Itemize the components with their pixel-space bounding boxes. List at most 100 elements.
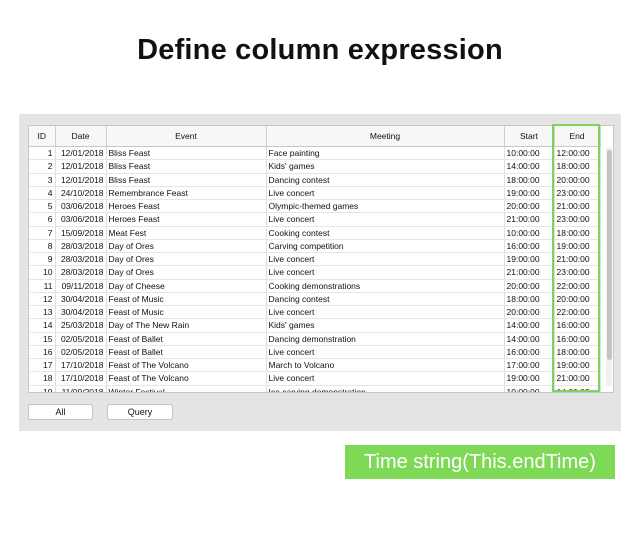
cell-start: 10:00:00 [504, 385, 555, 392]
cell-end: 19:00:00 [554, 358, 601, 373]
table-row[interactable]: 11 09/11/2018 Day of Cheese Cooking demonst… [29, 279, 601, 293]
table-row[interactable]: 7 15/09/2018 Meat Fest Cooking contest 10:00… [29, 226, 601, 240]
cell-end: 21:00:00 [554, 371, 601, 386]
data-table[interactable]: ID Date Event Meeting Start End 1 12/01/2… [28, 125, 614, 393]
column-header-date[interactable]: Date [55, 126, 107, 147]
table-row[interactable]: 10 28/03/2018 Day of Ores Live concert 21:00… [29, 265, 601, 280]
cell-date: 24/10/2018 [55, 186, 107, 201]
cell-end: 23:00:00 [554, 212, 601, 227]
cell-meeting: Kids' games [266, 159, 505, 174]
table-row[interactable]: 13 30/04/2018 Feast of Music Live concert 20… [29, 305, 601, 320]
cell-end: 23:00:00 [554, 186, 601, 201]
cell-event: Bliss Feast [106, 159, 267, 174]
cell-event: Feast of Music [106, 292, 267, 307]
cell-event: Heroes Feast [106, 212, 267, 227]
cell-meeting: Live concert [266, 212, 505, 227]
column-header-start[interactable]: Start [504, 126, 555, 147]
cell-meeting: Kids' games [266, 318, 505, 333]
cell-id: 2 [29, 159, 56, 174]
app-window: ID Date Event Meeting Start End 1 12/01/2… [19, 114, 621, 431]
cell-id: 4 [29, 186, 56, 201]
cell-end: 14:00:00 [554, 385, 601, 392]
table-row[interactable]: 16 02/05/2018 Feast of Ballet Live concert 1… [29, 345, 601, 360]
cell-event: Feast of Music [106, 305, 267, 320]
cell-end: 23:00:00 [554, 265, 601, 280]
cell-meeting: Live concert [266, 186, 505, 201]
cell-event: Day of Cheese [106, 279, 267, 293]
cell-end: 16:00:00 [554, 318, 601, 333]
cell-id: 1 [29, 146, 56, 161]
cell-start: 20:00:00 [504, 305, 555, 320]
table-row[interactable]: 9 28/03/2018 Day of Ores Live concert 19:00:… [29, 252, 601, 267]
table-row[interactable]: 6 03/06/2018 Heroes Feast Live concert 21:00… [29, 212, 601, 227]
cell-event: Bliss Feast [106, 173, 267, 187]
cell-meeting: Cooking demonstrations [266, 279, 505, 293]
table-header: ID Date Event Meeting Start End [29, 126, 601, 147]
cell-id: 12 [29, 292, 56, 307]
column-header-event[interactable]: Event [106, 126, 267, 147]
cell-date: 17/10/2018 [55, 358, 107, 373]
cell-date: 15/09/2018 [55, 226, 107, 240]
cell-start: 14:00:00 [504, 159, 555, 174]
cell-end: 18:00:00 [554, 159, 601, 174]
cell-date: 30/04/2018 [55, 305, 107, 320]
cell-meeting: Dancing demonstration [266, 332, 505, 346]
cell-start: 21:00:00 [504, 212, 555, 227]
table-row[interactable]: 19 11/09/2018 Winter Festival Ice carving d… [29, 385, 601, 392]
query-button[interactable]: Query [107, 404, 173, 420]
cell-end: 18:00:00 [554, 226, 601, 240]
column-header-id[interactable]: ID [29, 126, 56, 147]
cell-id: 8 [29, 239, 56, 254]
cell-meeting: Carving competition [266, 239, 505, 254]
cell-start: 10:00:00 [504, 226, 555, 240]
cell-date: 02/05/2018 [55, 332, 107, 346]
cell-start: 21:00:00 [504, 265, 555, 280]
cell-meeting: Live concert [266, 371, 505, 386]
cell-id: 13 [29, 305, 56, 320]
cell-date: 03/06/2018 [55, 199, 107, 214]
cell-start: 18:00:00 [504, 173, 555, 187]
table-row[interactable]: 4 24/10/2018 Remembrance Feast Live concert… [29, 186, 601, 201]
cell-start: 20:00:00 [504, 279, 555, 293]
table-row[interactable]: 14 25/03/2018 Day of The New Rain Kids' gam… [29, 318, 601, 333]
cell-date: 28/03/2018 [55, 239, 107, 254]
cell-end: 12:00:00 [554, 146, 601, 161]
cell-start: 14:00:00 [504, 318, 555, 333]
cell-meeting: Ice carving demonstration [266, 385, 505, 392]
cell-meeting: March to Volcano [266, 358, 505, 373]
cell-end: 18:00:00 [554, 345, 601, 360]
cell-end: 16:00:00 [554, 332, 601, 346]
cell-event: Bliss Feast [106, 146, 267, 161]
cell-meeting: Live concert [266, 345, 505, 360]
cell-date: 03/06/2018 [55, 212, 107, 227]
cell-date: 25/03/2018 [55, 318, 107, 333]
scrollbar-thumb[interactable] [607, 150, 612, 360]
cell-id: 16 [29, 345, 56, 360]
cell-start: 16:00:00 [504, 239, 555, 254]
cell-date: 28/03/2018 [55, 265, 107, 280]
cell-date: 02/05/2018 [55, 345, 107, 360]
cell-event: Day of Ores [106, 252, 267, 267]
table-row[interactable]: 5 03/06/2018 Heroes Feast Olympic-themed ga… [29, 199, 601, 214]
table-row[interactable]: 17 17/10/2018 Feast of The Volcano March to… [29, 358, 601, 373]
table-row[interactable]: 15 02/05/2018 Feast of Ballet Dancing demon… [29, 332, 601, 346]
cell-event: Day of Ores [106, 239, 267, 254]
table-row[interactable]: 8 28/03/2018 Day of Ores Carving competitio… [29, 239, 601, 254]
cell-date: 17/10/2018 [55, 371, 107, 386]
cell-id: 17 [29, 358, 56, 373]
table-row[interactable]: 12 30/04/2018 Feast of Music Dancing contes… [29, 292, 601, 307]
cell-id: 9 [29, 252, 56, 267]
cell-date: 11/09/2018 [55, 385, 107, 392]
cell-end: 20:00:00 [554, 292, 601, 307]
cell-start: 14:00:00 [504, 332, 555, 346]
column-header-meeting[interactable]: Meeting [266, 126, 505, 147]
cell-date: 28/03/2018 [55, 252, 107, 267]
table-row[interactable]: 3 12/01/2018 Bliss Feast Dancing contest 18:… [29, 173, 601, 187]
column-header-end[interactable]: End [554, 126, 601, 147]
all-button[interactable]: All [28, 404, 93, 420]
table-row[interactable]: 1 12/01/2018 Bliss Feast Face painting 10:00… [29, 146, 601, 161]
table-row[interactable]: 2 12/01/2018 Bliss Feast Kids' games 14:00:0… [29, 159, 601, 174]
cell-end: 22:00:00 [554, 279, 601, 293]
table-row[interactable]: 18 17/10/2018 Feast of The Volcano Live con… [29, 371, 601, 386]
cell-date: 09/11/2018 [55, 279, 107, 293]
